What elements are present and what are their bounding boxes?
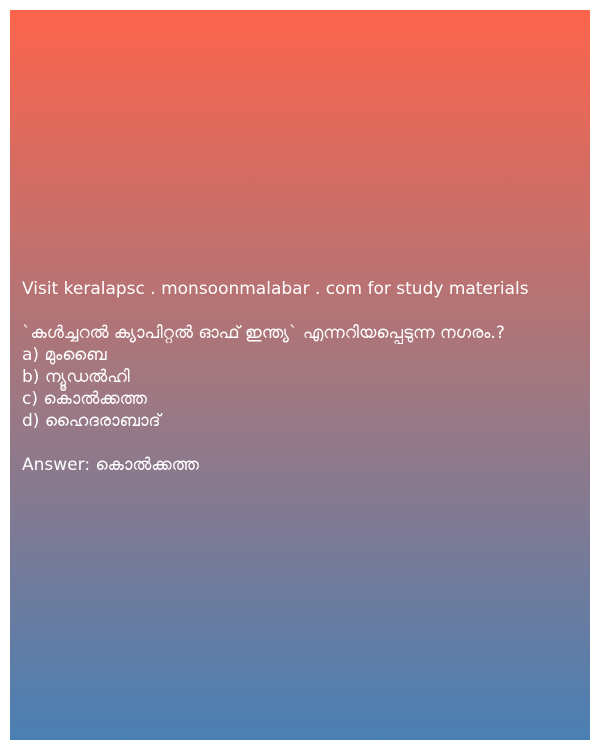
card-content: Visit keralapsc . monsoonmalabar . com f…: [22, 278, 582, 476]
option-b: b) ന്യൂഡൽഹി: [22, 367, 130, 387]
study-materials-notice: Visit keralapsc . monsoonmalabar . com f…: [22, 279, 529, 299]
option-d: d) ഹൈദരാബാദ്: [22, 411, 161, 431]
option-a: a) മുംബൈ: [22, 345, 107, 365]
option-c: c) കൊൽക്കത്ത: [22, 389, 147, 409]
question-card: Visit keralapsc . monsoonmalabar . com f…: [10, 10, 590, 740]
options-list: a) മുംബൈ b) ന്യൂഡൽഹി c) കൊൽക്കത്ത d) ഹൈദ…: [22, 344, 582, 432]
answer-text: Answer: കൊൽക്കത്ത: [22, 455, 199, 475]
question-text: `കൾച്ചറൽ ക്യാപിറ്റൽ ഓഫ് ഇന്ത്യ` എന്നറിയപ…: [22, 323, 505, 343]
